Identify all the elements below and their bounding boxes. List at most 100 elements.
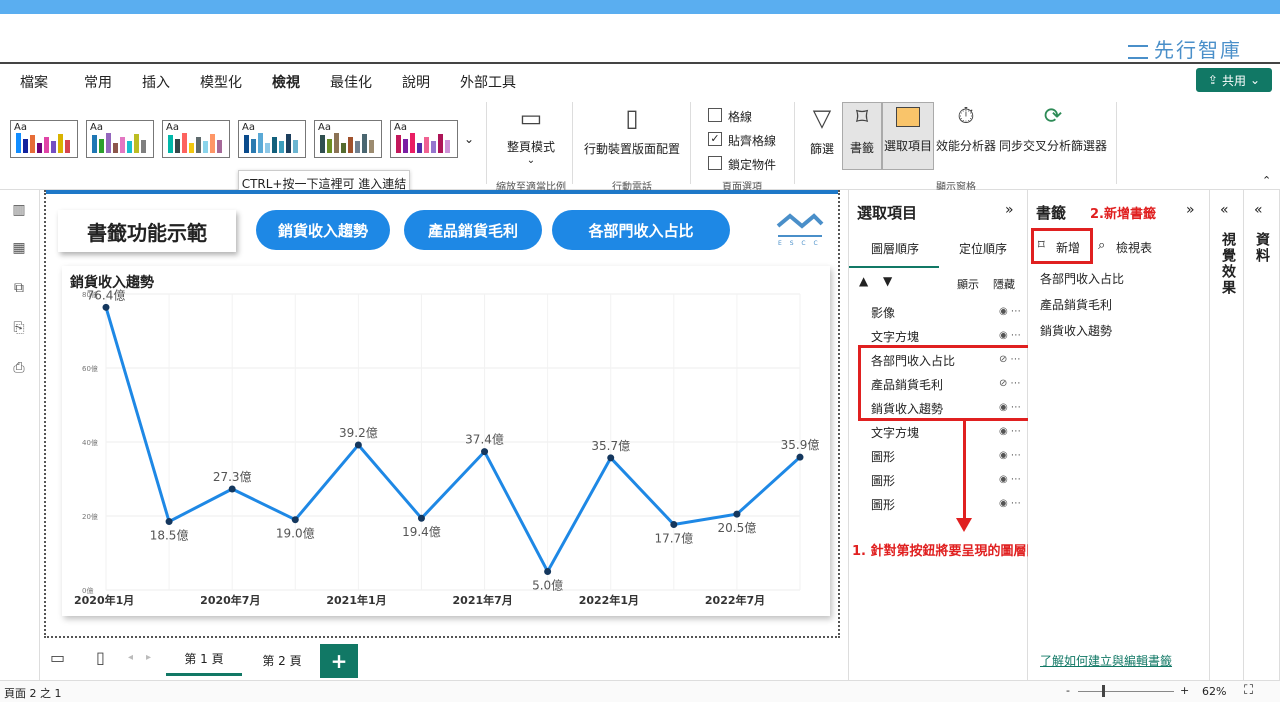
menu-file[interactable]: 檔案 — [20, 72, 48, 92]
x-tick-label: 2020年1月 — [74, 593, 134, 607]
expand-pane-icon[interactable]: « — [1220, 202, 1229, 218]
add-page-button[interactable]: + — [320, 644, 358, 678]
mobile-layout-button[interactable]: ▯ 行動裝置版面配置 — [582, 104, 682, 168]
eye-icon[interactable]: ◉ ⋯ — [999, 330, 1021, 341]
move-down-icon[interactable]: ▼ — [883, 274, 892, 288]
data-label: 5.0億 — [532, 579, 563, 593]
expand-pane-icon[interactable]: « — [1254, 202, 1263, 218]
product-margin-button[interactable]: 產品銷貨毛利 — [404, 210, 542, 250]
brand-logo: 先行智庫 — [1128, 34, 1242, 63]
menu-external-tools[interactable]: 外部工具 — [460, 72, 516, 92]
collapse-pane-icon[interactable]: » — [1005, 202, 1014, 218]
tmdl-view-icon[interactable]: ⎙ — [9, 360, 29, 380]
scroll-right-icon[interactable]: ▸ — [146, 652, 151, 663]
theme-option[interactable]: Aa — [390, 120, 458, 158]
zoom-level: 62% — [1202, 685, 1227, 698]
tab-tab-order[interactable]: 定位順序 — [959, 240, 1007, 257]
selection-pane-button[interactable]: 選取項目 — [882, 102, 934, 170]
visualizations-pane[interactable]: « 視覺效果 — [1210, 190, 1244, 680]
highlight-box-layers — [858, 345, 1032, 421]
page-view-button[interactable]: ▭ 整頁模式 ⌄ — [500, 104, 562, 168]
eye-icon[interactable]: ◉ ⋯ — [999, 306, 1021, 317]
theme-option[interactable]: Aa — [162, 120, 230, 158]
zoom-slider-thumb[interactable] — [1102, 685, 1105, 697]
desktop-layout-icon[interactable]: ▭ — [50, 648, 65, 667]
filters-pane-button[interactable]: ▽ 篩選 — [804, 104, 840, 168]
zoom-in-button[interactable]: + — [1180, 684, 1189, 697]
phone-layout-icon[interactable]: ▯ — [96, 648, 105, 667]
bookmark-item[interactable]: 各部門收入占比 — [1040, 270, 1124, 287]
y-axis-labels: 0億20億40億60億80億 — [82, 290, 98, 595]
x-tick-label: 2020年7月 — [200, 593, 260, 607]
table-view-icon[interactable]: ▦ — [9, 240, 29, 260]
theme-option[interactable]: Aa — [86, 120, 154, 158]
hide-all-button[interactable]: 隱藏 — [993, 276, 1015, 292]
theme-label: Aa — [14, 122, 27, 133]
report-view-icon[interactable]: ▥ — [9, 202, 29, 222]
share-label: 共用 — [1221, 73, 1246, 88]
theme-option[interactable]: Aa — [10, 120, 78, 158]
chevron-down-icon[interactable]: ⌄ — [464, 132, 474, 146]
menu-optimize[interactable]: 最佳化 — [330, 72, 372, 92]
snap-to-grid-checkbox[interactable]: ✓ — [708, 132, 722, 146]
data-label: 35.7億 — [591, 439, 630, 453]
bookmarks-pane-button[interactable]: ⌑ 書籤 — [842, 102, 882, 170]
eye-icon[interactable]: ◉ ⋯ — [999, 450, 1021, 461]
collapse-pane-icon[interactable]: » — [1186, 202, 1195, 218]
theme-label: Aa — [166, 122, 179, 133]
layer-item[interactable]: 圖形 — [871, 448, 895, 465]
zoom-slider-track[interactable] — [1078, 691, 1174, 692]
gridlines-checkbox[interactable] — [708, 108, 722, 122]
tab-page-1[interactable]: 第 1 頁 — [166, 644, 242, 676]
collapse-ribbon-icon[interactable]: ⌃ — [1262, 174, 1271, 187]
series-line — [104, 306, 802, 575]
layer-item[interactable]: 圖形 — [871, 496, 895, 513]
learn-bookmarks-link[interactable]: 了解如何建立與編輯書籤 — [1040, 652, 1172, 669]
data-label: 20.5億 — [718, 521, 757, 535]
menu-view[interactable]: 檢視 — [272, 72, 300, 99]
dax-view-icon[interactable]: ⎘ — [9, 320, 29, 340]
tab-page-2[interactable]: 第 2 頁 — [244, 644, 320, 676]
data-label: 資料 — [1254, 232, 1270, 264]
data-label: 39.2億 — [339, 426, 378, 440]
menu-help[interactable]: 說明 — [402, 72, 430, 92]
data-point — [228, 485, 236, 493]
bookmark-item[interactable]: 銷貨收入趨勢 — [1040, 322, 1112, 339]
eye-icon[interactable]: ◉ ⋯ — [999, 426, 1021, 437]
model-view-icon[interactable]: ⧉ — [9, 280, 29, 300]
y-tick-label: 60億 — [82, 364, 98, 373]
performance-analyzer-button[interactable]: ⏱ 效能分析器 — [934, 104, 998, 168]
tab-layer-order[interactable]: 圖層順序 — [871, 240, 919, 257]
theme-swatch — [320, 133, 374, 153]
data-label: 37.4億 — [465, 433, 504, 447]
selection-pane: 選取項目 » 圖層順序 定位順序 ▲ ▼ 顯示 隱藏 影像 ◉ ⋯ 文字方塊 ◉ ⋯… — [848, 190, 1028, 680]
menu-home[interactable]: 常用 — [84, 72, 112, 92]
menu-insert[interactable]: 插入 — [142, 72, 170, 92]
data-pane[interactable]: « 資料 — [1244, 190, 1280, 680]
page-tab-bar: ▭ ▯ ◂ ▸ 第 1 頁 第 2 頁 — [44, 638, 844, 678]
theme-option[interactable]: Aa — [238, 120, 306, 158]
data-label: 19.4億 — [402, 525, 441, 539]
eye-icon[interactable]: ◉ ⋯ — [999, 474, 1021, 485]
sync-slicers-button[interactable]: ⟳ 同步交叉分析篩選器 — [998, 104, 1108, 168]
fit-to-page-icon[interactable]: ⛶ — [1244, 683, 1253, 698]
layer-item[interactable]: 影像 — [871, 304, 895, 321]
show-all-button[interactable]: 顯示 — [957, 276, 979, 292]
view-bookmarks-button[interactable]: 檢視表 — [1116, 239, 1152, 256]
scroll-left-icon[interactable]: ◂ — [128, 652, 133, 663]
zoom-out-button[interactable]: - — [1066, 684, 1070, 697]
revenue-trend-button[interactable]: 銷貨收入趨勢 — [256, 210, 390, 250]
layer-item[interactable]: 文字方塊 — [871, 424, 919, 441]
layer-item[interactable]: 文字方塊 — [871, 328, 919, 345]
line-chart[interactable]: 0億20億40億60億80億 2020年1月 2020年7月 2021年1月 2021… — [62, 266, 830, 616]
bookmark-item[interactable]: 產品銷貨毛利 — [1040, 296, 1112, 313]
menu-modeling[interactable]: 模型化 — [200, 72, 242, 92]
data-point — [102, 303, 110, 311]
lock-objects-checkbox[interactable] — [708, 156, 722, 170]
department-share-button[interactable]: 各部門收入占比 — [552, 210, 730, 250]
layer-item[interactable]: 圖形 — [871, 472, 895, 489]
move-up-icon[interactable]: ▲ — [859, 274, 868, 288]
eye-icon[interactable]: ◉ ⋯ — [999, 498, 1021, 509]
share-button[interactable]: ⇪ 共用 ⌄ — [1196, 68, 1272, 92]
theme-option[interactable]: Aa — [314, 120, 382, 158]
